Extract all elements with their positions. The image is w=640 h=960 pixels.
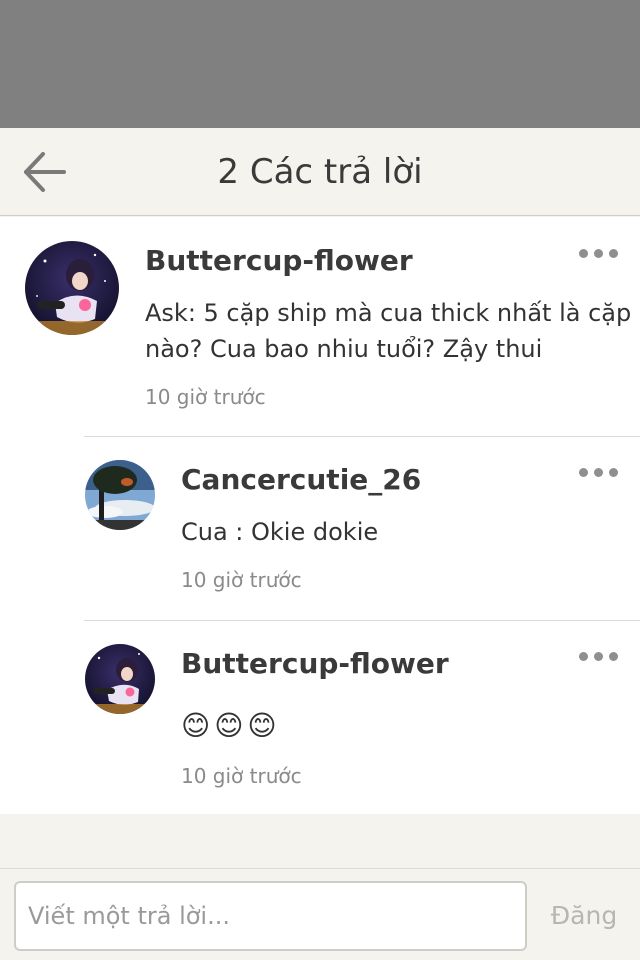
reply-thread: Buttercup-flower Ask: 5 cặp ship mà cua … [0,217,640,814]
page-title: 2 Các trả lời [217,152,423,192]
post-text-line-1: Ask: 5 cặp ship mà cua thick nhất là cặp [145,299,632,327]
reply-composer: Đăng [0,868,640,960]
more-options-button[interactable] [576,243,620,263]
post-button[interactable]: Đăng [538,881,630,951]
avatar[interactable] [85,460,155,530]
smile-emoji: 😊 [247,709,277,742]
original-post: Buttercup-flower Ask: 5 cặp ship mà cua … [0,217,640,436]
more-dots-icon [578,651,588,661]
more-options-button[interactable] [576,646,620,666]
reply-item: Buttercup-flower 😊 😊 😊 10 giờ trước [0,620,640,814]
reply-username[interactable]: Cancercutie_26 [181,462,421,498]
header-bar: 2 Các trả lời [0,128,640,216]
reply-timestamp: 10 giờ trước [181,764,302,788]
reply-emoji-row: 😊 😊 😊 [181,708,277,744]
reply-item: Cancercutie_26 Cua : Okie dokie 10 giờ t… [0,436,640,620]
reply-timestamp: 10 giờ trước [181,568,302,592]
reply-text: Cua : Okie dokie [181,518,379,546]
smile-emoji: 😊 [181,709,211,742]
more-dots-icon [578,467,588,477]
status-area [0,0,640,128]
avatar[interactable] [85,644,155,714]
more-dots-icon [578,248,588,258]
post-username[interactable]: Buttercup-flower [145,243,413,279]
more-options-button[interactable] [576,462,620,482]
post-text-line-2: nào? Cua bao nhiu tuổi? Zậy thui [145,335,543,363]
reply-username[interactable]: Buttercup-flower [181,646,449,682]
post-timestamp: 10 giờ trước [145,385,266,409]
reply-input[interactable] [14,881,527,951]
smile-emoji: 😊 [214,709,244,742]
avatar[interactable] [25,241,119,335]
